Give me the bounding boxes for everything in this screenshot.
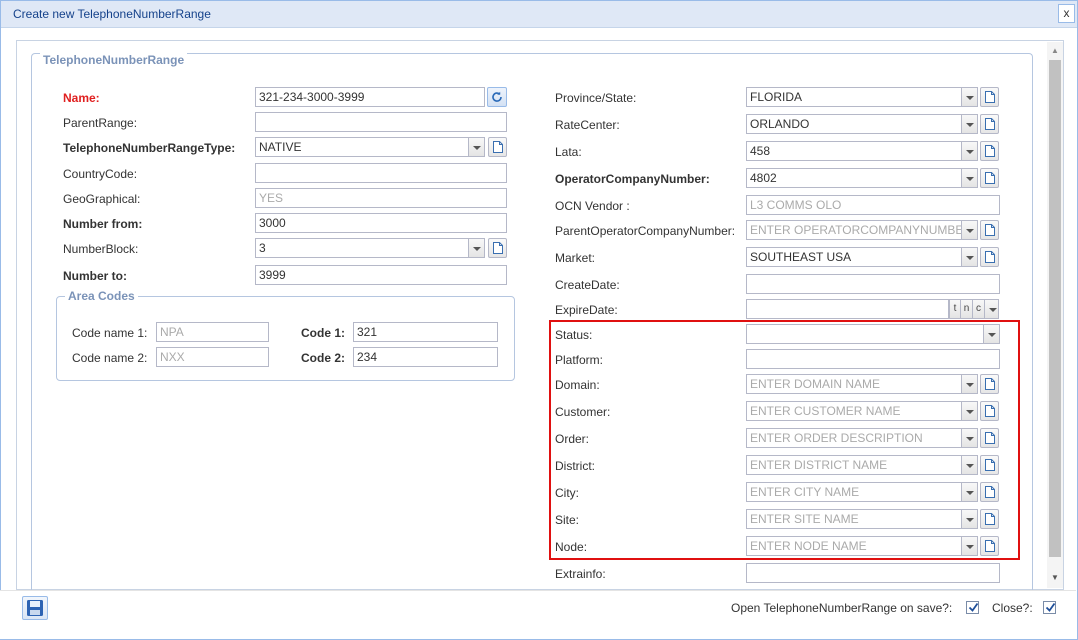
code-2-label: Code 2: <box>301 351 346 365</box>
type-combo[interactable]: NATIVE <box>255 137 469 157</box>
open-on-save-checkbox[interactable] <box>966 601 979 614</box>
market-dropdown-trigger[interactable] <box>962 247 978 267</box>
save-button[interactable] <box>22 596 48 620</box>
ocn-vendor-input[interactable]: L3 COMMS OLO <box>746 195 1000 215</box>
province-dropdown-trigger[interactable] <box>962 87 978 107</box>
code-name-2-input[interactable]: NXX <box>156 347 269 367</box>
number-block-document-button[interactable] <box>488 238 507 258</box>
window-title: Create new TelephoneNumberRange <box>13 7 211 21</box>
type-document-button[interactable] <box>488 137 507 157</box>
ocn-document-button[interactable] <box>980 168 999 188</box>
country-code-label: CountryCode: <box>63 167 138 181</box>
document-icon <box>985 224 995 236</box>
checkmark-icon <box>968 602 979 612</box>
parent-ocn-label: ParentOperatorCompanyNumber: <box>555 224 736 238</box>
document-icon <box>985 145 995 157</box>
document-icon <box>985 251 995 263</box>
number-to-input[interactable]: 3999 <box>255 265 507 285</box>
document-icon <box>985 172 995 184</box>
close-button[interactable]: x <box>1058 4 1075 23</box>
parent-ocn-document-button[interactable] <box>980 220 999 240</box>
create-date-input[interactable] <box>746 274 1000 294</box>
scroll-up-icon[interactable]: ▲ <box>1051 46 1059 55</box>
number-from-input[interactable]: 3000 <box>255 213 507 233</box>
extrainfo-input[interactable] <box>746 563 1000 583</box>
code-1-input[interactable]: 321 <box>353 322 498 342</box>
number-block-combo[interactable]: 3 <box>255 238 469 258</box>
geographical-input[interactable]: YES <box>255 188 507 208</box>
province-document-button[interactable] <box>980 87 999 107</box>
lata-dropdown-trigger[interactable] <box>962 141 978 161</box>
code-name-1-input[interactable]: NPA <box>156 322 269 342</box>
number-block-label: NumberBlock: <box>63 242 139 256</box>
rate-center-document-button[interactable] <box>980 114 999 134</box>
lata-combo[interactable]: 458 <box>746 141 962 161</box>
type-label: TelephoneNumberRangeType: <box>63 141 236 155</box>
vertical-scrollbar[interactable]: ▲ ▼ <box>1047 42 1063 588</box>
market-document-button[interactable] <box>980 247 999 267</box>
parent-range-label: ParentRange: <box>63 116 138 130</box>
rate-center-label: RateCenter: <box>555 118 620 132</box>
ocn-combo[interactable]: 4802 <box>746 168 962 188</box>
expire-date-clear-button[interactable]: c <box>973 299 985 319</box>
create-date-label: CreateDate: <box>555 278 620 292</box>
scrollbar-thumb[interactable] <box>1049 60 1061 557</box>
name-label: Name: <box>63 91 100 105</box>
refresh-name-button[interactable] <box>487 87 507 107</box>
title-bar[interactable]: Create new TelephoneNumberRange x <box>1 1 1077 28</box>
highlight-box <box>549 320 1020 560</box>
parent-ocn-dropdown-trigger[interactable] <box>962 220 978 240</box>
expire-date-now-button[interactable]: n <box>961 299 973 319</box>
province-label: Province/State: <box>555 91 637 105</box>
code-name-2-label: Code name 2: <box>72 351 148 365</box>
parent-range-input[interactable] <box>255 112 507 132</box>
document-icon <box>985 118 995 130</box>
market-label: Market: <box>555 251 596 265</box>
fieldset-legend: TelephoneNumberRange <box>40 53 188 67</box>
number-from-label: Number from: <box>63 217 143 231</box>
geographical-label: GeoGraphical: <box>63 192 141 206</box>
rate-center-dropdown-trigger[interactable] <box>962 114 978 134</box>
number-to-label: Number to: <box>63 269 127 283</box>
code-1-label: Code 1: <box>301 326 346 340</box>
close-label: Close?: <box>992 601 1033 615</box>
checkmark-icon <box>1045 602 1056 612</box>
country-code-input[interactable] <box>255 163 507 183</box>
market-combo[interactable]: SOUTHEAST USA <box>746 247 962 267</box>
ocn-dropdown-trigger[interactable] <box>962 168 978 188</box>
document-icon <box>493 141 503 153</box>
area-codes-legend: Area Codes <box>65 289 138 303</box>
close-checkbox[interactable] <box>1043 601 1056 614</box>
expire-date-today-button[interactable]: t <box>949 299 961 319</box>
province-combo[interactable]: FLORIDA <box>746 87 962 107</box>
code-name-1-label: Code name 1: <box>72 326 148 340</box>
floppy-disk-icon <box>27 600 43 616</box>
name-input[interactable]: 321-234-3000-3999 <box>255 87 485 107</box>
expire-date-label: ExpireDate: <box>555 303 618 317</box>
expire-date-dropdown-trigger[interactable] <box>985 299 999 319</box>
lata-label: Lata: <box>555 145 582 159</box>
ocn-vendor-label: OCN Vendor : <box>555 199 630 213</box>
parent-ocn-combo[interactable]: ENTER OPERATORCOMPANYNUMBER C <box>746 220 962 240</box>
lata-document-button[interactable] <box>980 141 999 161</box>
expire-date-input[interactable] <box>746 299 949 319</box>
open-on-save-label: Open TelephoneNumberRange on save?: <box>731 601 953 615</box>
rate-center-combo[interactable]: ORLANDO <box>746 114 962 134</box>
ocn-label: OperatorCompanyNumber: <box>555 172 710 186</box>
document-icon <box>985 91 995 103</box>
scroll-down-icon[interactable]: ▼ <box>1051 573 1059 582</box>
type-dropdown-trigger[interactable] <box>469 137 485 157</box>
code-2-input[interactable]: 234 <box>353 347 498 367</box>
document-icon <box>493 242 503 254</box>
refresh-icon <box>492 91 502 102</box>
extrainfo-label: Extrainfo: <box>555 567 606 581</box>
number-block-dropdown-trigger[interactable] <box>469 238 485 258</box>
